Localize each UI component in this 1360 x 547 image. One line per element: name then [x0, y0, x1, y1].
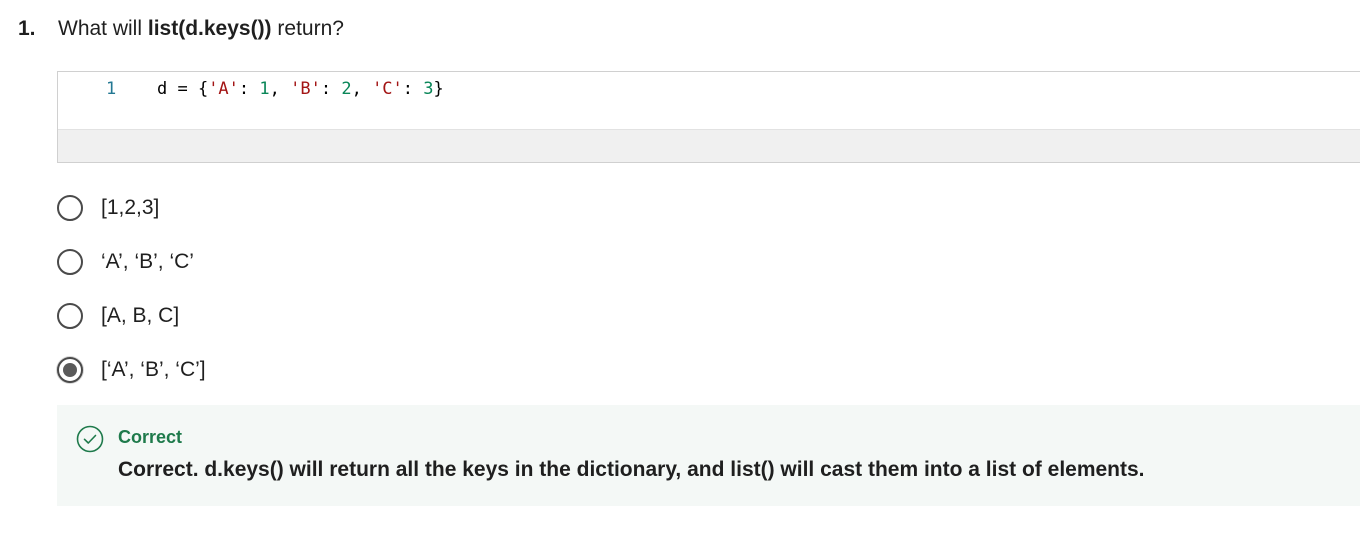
code-token: , [351, 79, 373, 99]
question-emphasis: list(d.keys()) [147, 17, 272, 40]
code-token: : [238, 79, 260, 99]
question-suffix: return? [271, 17, 344, 40]
radio-button[interactable] [57, 303, 83, 329]
code-number: 1 [259, 79, 270, 99]
code-token: : [402, 79, 424, 99]
code-token: d = { [157, 79, 209, 99]
code-token: } [433, 79, 444, 99]
radio-button-selected[interactable] [57, 357, 83, 383]
radio-button[interactable] [57, 195, 83, 221]
code-token: , [269, 79, 291, 99]
feedback-message: Correct. d.keys() will return all the ke… [118, 458, 1145, 481]
code-number: 2 [341, 79, 352, 99]
option-label: [A, B, C] [101, 304, 180, 327]
line-number: 1 [106, 79, 117, 99]
answer-option[interactable]: ‘A’, ‘B’, ‘C’ [55, 242, 206, 282]
feedback-status: Correct [118, 427, 183, 447]
question-text: What will list(d.keys()) return? [58, 17, 344, 41]
code-string: 'A' [208, 79, 239, 99]
question-header: 1. What will list(d.keys()) return? [18, 14, 344, 44]
question-prefix: What will [58, 17, 148, 40]
code-string: 'B' [290, 79, 321, 99]
question-number: 1. [18, 17, 36, 40]
feedback-panel: Correct Correct. d.keys() will return al… [57, 405, 1360, 506]
radio-button[interactable] [57, 249, 83, 275]
code-block: 1 d = {'A': 1, 'B': 2, 'C': 3} [57, 71, 1360, 163]
option-label: [1,2,3] [101, 196, 160, 219]
option-label: [‘A’, ‘B’, ‘C’] [101, 358, 206, 381]
code-number: 3 [423, 79, 434, 99]
option-label: ‘A’, ‘B’, ‘C’ [101, 250, 194, 273]
answer-option-selected[interactable]: [‘A’, ‘B’, ‘C’] [55, 350, 206, 390]
code-footer [58, 129, 1360, 162]
code-token: : [320, 79, 342, 99]
code-string: 'C' [372, 79, 403, 99]
answer-options: [1,2,3] ‘A’, ‘B’, ‘C’ [A, B, C] [‘A’, ‘B… [55, 188, 206, 404]
answer-option[interactable]: [A, B, C] [55, 296, 206, 336]
check-circle-icon [76, 425, 104, 453]
answer-option[interactable]: [1,2,3] [55, 188, 206, 228]
code-text: d = {'A': 1, 'B': 2, 'C': 3} [157, 79, 444, 99]
